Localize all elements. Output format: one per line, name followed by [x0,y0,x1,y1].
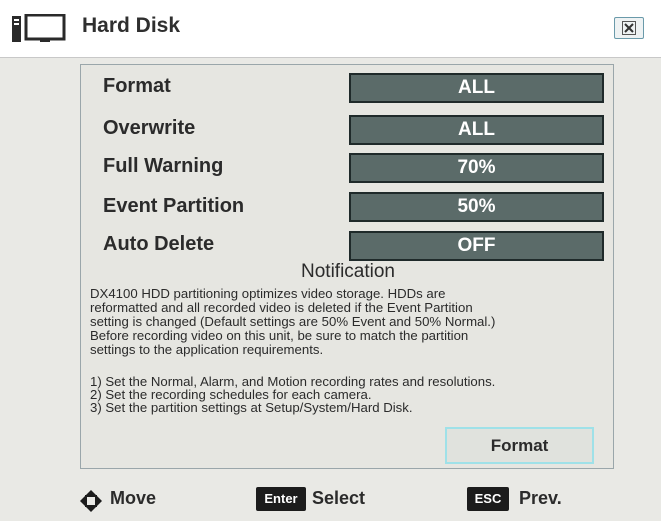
overwrite-label: Overwrite [103,117,196,139]
select-label: Select [312,488,366,508]
notification-body: DX4100 HDD partitioning optimizes video … [90,287,610,357]
prev-label: Prev. [519,488,562,508]
notification-steps: 1) Set the Normal, Alarm, and Motion rec… [90,375,610,414]
settings-panel: Format ALL Overwrite ALL Full Warning 70… [80,64,614,469]
window-title: Hard Disk [82,14,181,37]
footer-help-bar: Move Enter Select ESC Prev. [0,478,661,521]
full-warning-label: Full Warning [103,155,224,177]
full-warning-value[interactable]: 70% [349,153,604,183]
notification-line: settings to the application requirements… [90,342,324,357]
title-bar: Hard Disk [0,0,661,58]
hard-disk-window: Hard Disk Format ALL Overwrite ALL Full … [0,0,661,521]
event-partition-value[interactable]: 50% [349,192,604,222]
close-button[interactable] [614,17,644,39]
auto-delete-label: Auto Delete [103,233,215,255]
event-partition-label: Event Partition [103,195,245,217]
directional-pad-icon [80,490,102,512]
enter-key-badge: Enter [256,487,306,511]
notification-line: setting is changed (Default settings are… [90,314,496,329]
close-icon [622,21,636,35]
overwrite-value[interactable]: ALL [349,115,604,145]
notification-line: Before recording video on this unit, be … [90,328,469,343]
computer-monitor-icon [12,14,66,42]
auto-delete-value[interactable]: OFF [349,231,604,261]
step-item: 3) Set the partition settings at Setup/S… [90,400,413,415]
format-button[interactable]: Format [445,427,594,464]
notification-line: reformatted and all recorded video is de… [90,300,473,315]
format-value[interactable]: ALL [349,73,604,103]
move-label: Move [110,488,157,508]
notification-line: DX4100 HDD partitioning optimizes video … [90,286,446,301]
esc-key-badge: ESC [467,487,509,511]
format-label: Format [103,75,171,97]
notification-title: Notification [301,261,395,282]
